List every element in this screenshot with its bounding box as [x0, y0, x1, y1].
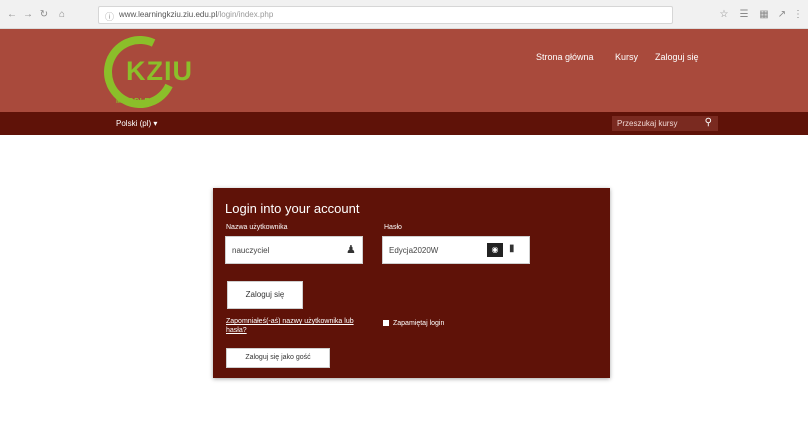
search-placeholder: Przeszukaj kursy	[617, 119, 678, 128]
share-icon[interactable]: ↗	[776, 9, 788, 21]
password-value: Edycja2020W	[389, 246, 439, 255]
nav-login-link[interactable]: Zaloguj się	[655, 52, 699, 62]
library-icon[interactable]: ▦	[758, 9, 770, 21]
logo-subtitle: MOODLE	[116, 98, 150, 105]
browser-toolbar: ← → ↻ ⌂ ⓘ www.learningkziu.ziu.edu.pl/lo…	[0, 0, 808, 29]
username-field[interactable]: nauczyciel ♟	[225, 236, 363, 264]
logo-text[interactable]: KZIU	[126, 56, 193, 87]
password-field[interactable]: Edycja2020W ◉ ▮	[382, 236, 530, 264]
remember-login[interactable]: Zapamiętaj login	[383, 320, 444, 327]
username-label: Nazwa użytkownika	[226, 224, 288, 231]
address-text[interactable]: www.learningkziu.ziu.edu.pl/login/index.…	[119, 10, 664, 19]
back-icon[interactable]: ←	[6, 9, 18, 21]
reload-icon[interactable]: ↻	[38, 9, 50, 21]
site-info-icon[interactable]: ⓘ	[105, 10, 114, 23]
language-selector[interactable]: Polski (pl) ▾	[116, 119, 157, 128]
course-search-input[interactable]: Przeszukaj kursy ⚲	[612, 116, 718, 131]
search-icon[interactable]: ⚲	[705, 117, 712, 128]
home-icon[interactable]: ⌂	[56, 9, 68, 21]
bookmark-star-icon[interactable]: ☆	[718, 9, 730, 21]
forgot-password-link[interactable]: Zapomniałeś(-aś) nazwy użytkownika lub h…	[226, 317, 356, 335]
login-panel: Login into your account Nazwa użytkownik…	[213, 188, 610, 378]
secondary-nav-bar: Polski (pl) ▾ Przeszukaj kursy ⚲	[0, 112, 808, 135]
show-password-icon[interactable]: ◉	[487, 243, 503, 257]
nav-courses-link[interactable]: Kursy	[615, 52, 638, 62]
guest-login-button[interactable]: Zaloguj się jako gość	[226, 348, 330, 368]
nav-home-link[interactable]: Strona główna	[536, 52, 594, 62]
remember-checkbox[interactable]	[383, 320, 389, 326]
user-icon: ♟	[346, 244, 356, 256]
reading-list-icon[interactable]: ☰	[738, 9, 750, 21]
url-path: /login/index.php	[217, 10, 274, 19]
lock-icon: ▮	[509, 243, 515, 254]
address-bar[interactable]: ⓘ www.learningkziu.ziu.edu.pl/login/inde…	[98, 6, 673, 24]
username-value: nauczyciel	[232, 246, 270, 255]
url-host: www.learningkziu.ziu.edu.pl	[119, 10, 218, 19]
remember-label: Zapamiętaj login	[393, 320, 445, 327]
menu-icon[interactable]: ⋮	[792, 9, 804, 21]
login-title: Login into your account	[225, 201, 360, 216]
forward-icon[interactable]: →	[22, 9, 34, 21]
password-label: Hasło	[384, 224, 402, 231]
login-button[interactable]: Zaloguj się	[227, 281, 303, 309]
